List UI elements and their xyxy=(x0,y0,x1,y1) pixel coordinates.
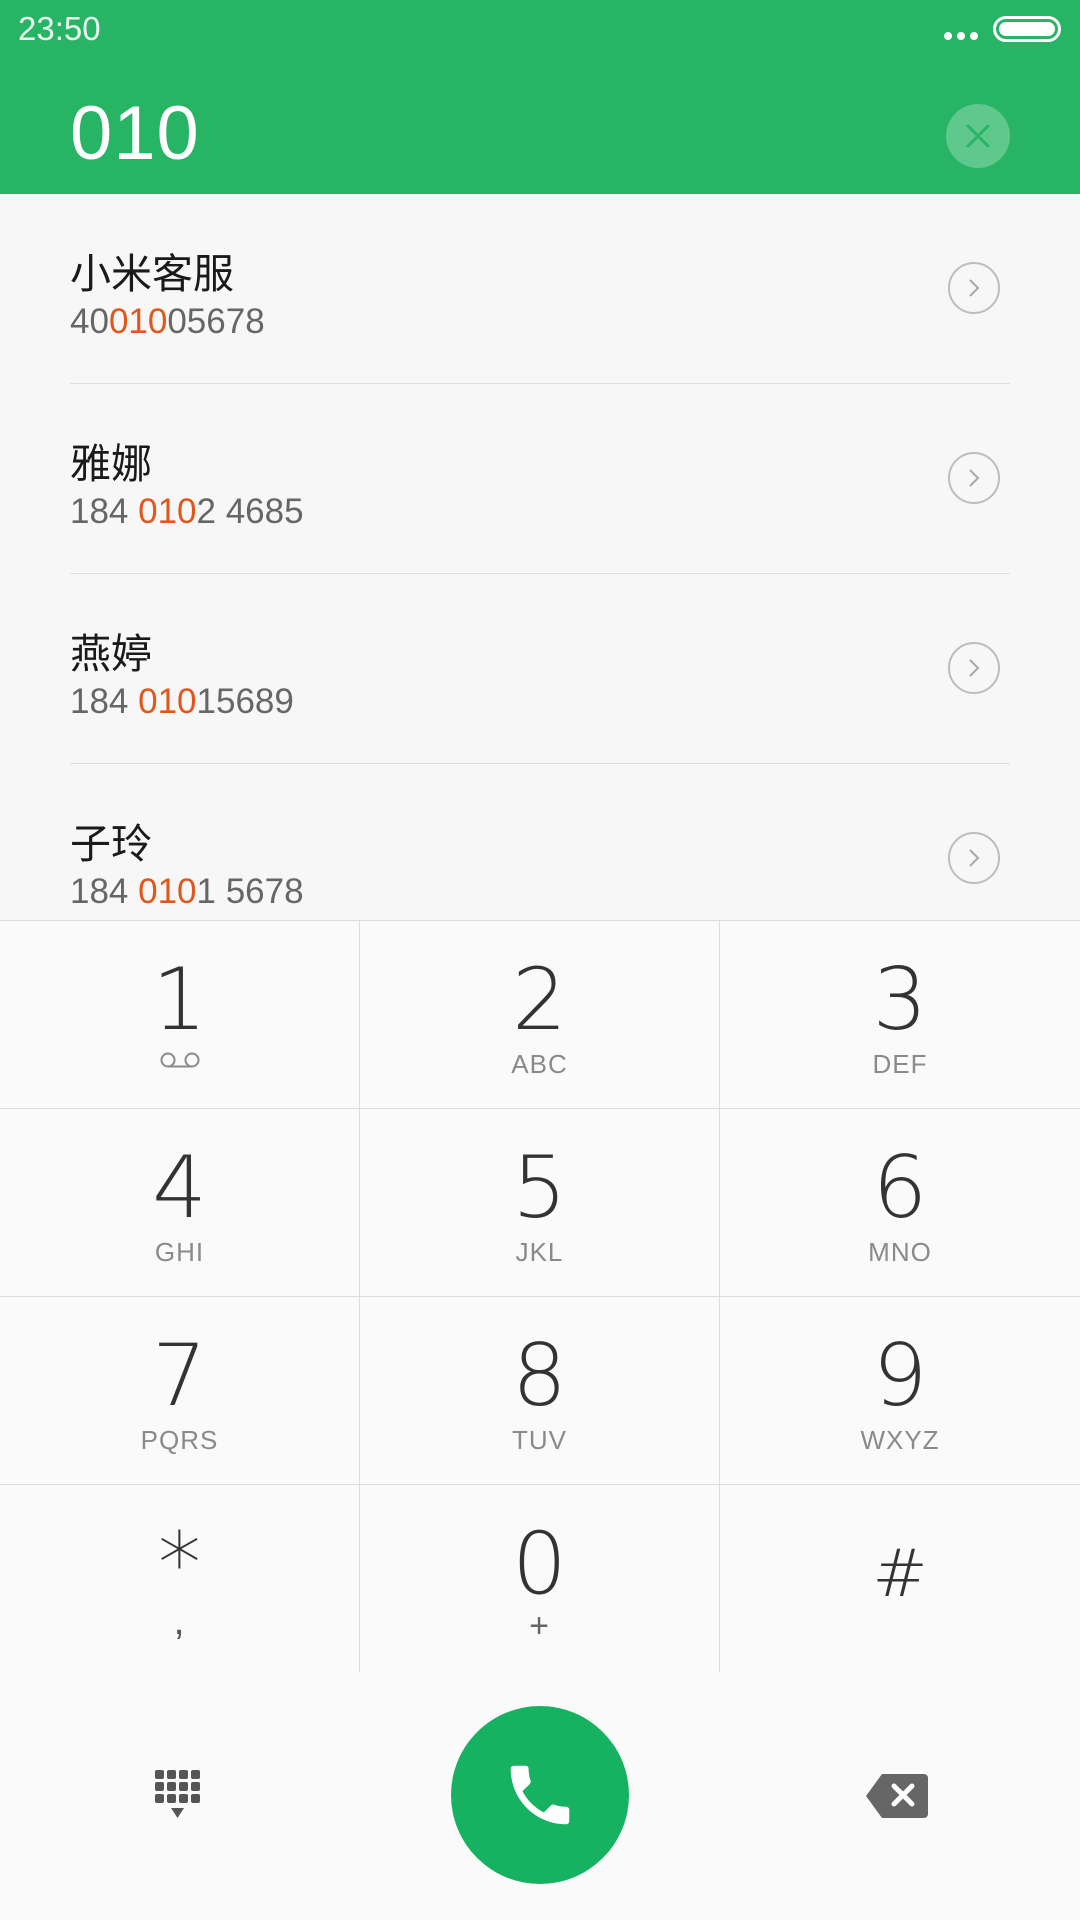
key-hash[interactable]: # xyxy=(720,1485,1080,1673)
contact-detail-button[interactable] xyxy=(948,642,1000,694)
key-digit: 8 xyxy=(512,1326,567,1426)
contact-number: 4001005678 xyxy=(70,302,265,341)
key-digit: # xyxy=(872,1535,928,1612)
key-letters: MNO xyxy=(868,1237,932,1267)
dialed-number: 010 xyxy=(70,91,200,176)
contact-results-list[interactable]: 小米客服 4001005678 雅娜 184 0102 4685 燕婷 184 … xyxy=(0,194,1080,920)
key-2[interactable]: 2 ABC xyxy=(360,921,720,1109)
contact-row[interactable]: 雅娜 184 0102 4685 xyxy=(0,384,1080,574)
key-digit: 2 xyxy=(512,950,567,1050)
key-letters: ABC xyxy=(511,1049,568,1079)
dialpad-toggle-button[interactable] xyxy=(153,1768,203,1828)
chevron-right-icon xyxy=(969,469,980,487)
key-letters: DEF xyxy=(872,1049,928,1079)
contact-detail-button[interactable] xyxy=(948,452,1000,504)
dialer-header: 23:50 010 xyxy=(0,0,1080,194)
key-letters: WXYZ xyxy=(860,1425,940,1455)
call-button[interactable] xyxy=(451,1706,629,1884)
contact-name: 燕婷 xyxy=(70,630,152,678)
key-digit: 3 xyxy=(872,950,928,1050)
contact-detail-button[interactable] xyxy=(948,832,1000,884)
contact-name: 子玲 xyxy=(70,820,152,868)
key-4[interactable]: 4 GHI xyxy=(0,1109,360,1297)
dialer-bottom-bar xyxy=(0,1672,1080,1920)
dialpad: 1 2 ABC 3 DEF 4 GHI 5 JKL 6 MNO 7 PQRS 8… xyxy=(0,920,1080,1673)
key-3[interactable]: 3 DEF xyxy=(720,921,1080,1109)
close-icon xyxy=(966,124,990,148)
key-digit: 0 xyxy=(512,1514,567,1614)
backspace-button[interactable] xyxy=(864,1772,930,1820)
dialpad-icon xyxy=(155,1770,200,1818)
key-1[interactable]: 1 xyxy=(0,921,360,1109)
status-time: 23:50 xyxy=(18,10,101,47)
key-letters: , xyxy=(173,1599,186,1643)
contact-number: 184 0101 5678 xyxy=(70,872,304,911)
voicemail-icon xyxy=(160,1052,199,1068)
key-8[interactable]: 8 TUV xyxy=(360,1297,720,1485)
key-7[interactable]: 7 PQRS xyxy=(0,1297,360,1485)
key-digit: 5 xyxy=(512,1138,567,1238)
key-letters: TUV xyxy=(512,1425,567,1455)
chevron-right-icon xyxy=(969,849,980,867)
more-dots-icon xyxy=(944,32,978,40)
key-0[interactable]: 0 + xyxy=(360,1485,720,1673)
key-letters: GHI xyxy=(154,1237,205,1267)
key-digit: 9 xyxy=(872,1326,928,1426)
key-letters: JKL xyxy=(515,1237,564,1267)
key-digit: 7 xyxy=(152,1326,207,1426)
chevron-right-icon xyxy=(969,279,980,297)
key-letters: PQRS xyxy=(140,1425,219,1455)
key-5[interactable]: 5 JKL xyxy=(360,1109,720,1297)
key-star[interactable]: * , xyxy=(0,1485,360,1673)
contact-name: 雅娜 xyxy=(70,440,152,488)
contact-number: 184 01015689 xyxy=(70,682,294,721)
key-digit: 6 xyxy=(872,1138,928,1238)
backspace-icon xyxy=(866,1774,928,1818)
contact-detail-button[interactable] xyxy=(948,262,1000,314)
contact-row[interactable]: 小米客服 4001005678 xyxy=(0,194,1080,384)
contact-number: 184 0102 4685 xyxy=(70,492,304,531)
phone-icon xyxy=(510,1765,570,1825)
key-9[interactable]: 9 WXYZ xyxy=(720,1297,1080,1485)
contact-name: 小米客服 xyxy=(70,250,234,298)
key-digit: * xyxy=(158,1514,201,1614)
key-digit: 1 xyxy=(152,950,207,1050)
key-6[interactable]: 6 MNO xyxy=(720,1109,1080,1297)
key-digit: 4 xyxy=(152,1138,207,1238)
chevron-right-icon xyxy=(969,659,980,677)
contact-row[interactable]: 子玲 184 0101 5678 xyxy=(0,764,1080,920)
clear-button[interactable] xyxy=(946,104,1010,168)
key-letters: + xyxy=(529,1607,550,1645)
battery-icon xyxy=(993,16,1061,42)
contact-row[interactable]: 燕婷 184 01015689 xyxy=(0,574,1080,764)
